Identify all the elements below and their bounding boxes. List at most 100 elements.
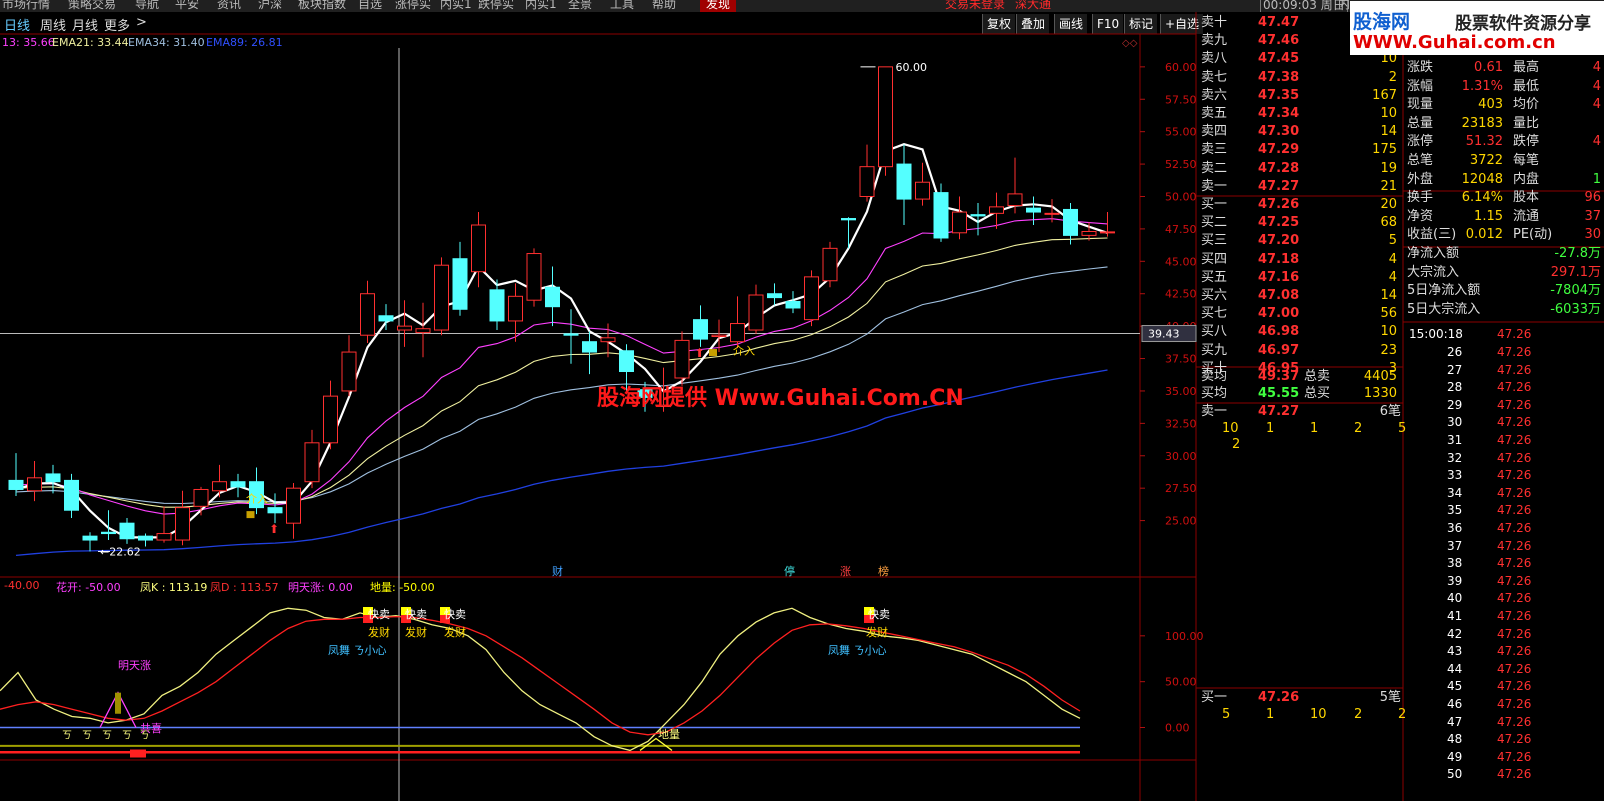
tick-row: 33 47.26 (1405, 467, 1604, 485)
ind-annotation: 共喜 (140, 722, 162, 735)
tick-seq: 45 (1447, 679, 1463, 694)
ob-label: 买二 (1201, 215, 1228, 231)
ob-volume: 175 (1372, 142, 1397, 158)
ob-price: 47.26 (1258, 690, 1300, 705)
buy-level[interactable]: 买八 46.98 10 (1198, 323, 1403, 341)
stat-row: 5日大宗流入 -6033万 (1405, 300, 1604, 319)
tick-seq: 41 (1447, 609, 1463, 623)
candle-up (915, 181, 930, 200)
entry-signal-box (246, 511, 255, 519)
candle-up (397, 325, 412, 331)
candle-down (841, 218, 856, 221)
y-tick-label: 45.00 (1165, 255, 1197, 268)
tick-price: 47.26 (1497, 573, 1532, 588)
tick-price: 47.26 (1497, 749, 1532, 764)
buy-level[interactable]: 买四 47.18 4 (1198, 251, 1403, 269)
buy-level[interactable]: 买二 47.25 68 (1198, 214, 1403, 232)
queue-vol: 10 (1310, 707, 1327, 722)
avg-buy-row: 买均 45.55 总买 1330 (1198, 385, 1403, 403)
buy-level[interactable]: 买七 47.00 56 (1198, 305, 1403, 323)
tick-row: 36 47.26 (1405, 520, 1604, 538)
stat-value: -27.8万 (1554, 246, 1601, 261)
stat-value: 51.32 (1465, 134, 1503, 150)
tick-price: 47.26 (1497, 679, 1532, 694)
sell1-queue: 卖一 47.27 6笔 (1198, 403, 1403, 421)
price-annotation: 涨 (840, 565, 851, 578)
ob-price: 47.34 (1258, 106, 1300, 121)
ob-label: 卖一 (1201, 404, 1228, 419)
sell-level[interactable]: 卖三 47.29 175 (1198, 141, 1403, 159)
buy-level[interactable]: 买九 46.97 23 (1198, 342, 1403, 360)
stat-value: 0.012 (1465, 227, 1503, 243)
tick-price: 47.26 (1497, 697, 1532, 711)
ind-annotation: 地量 (658, 728, 680, 741)
tick-row: 34 47.26 (1405, 485, 1604, 503)
stat-row: 净资 1.15 流通 37 (1405, 207, 1604, 226)
ind-annotation: 发财 (444, 625, 466, 639)
buy-level[interactable]: 买六 47.08 14 (1198, 287, 1403, 305)
ob-label: 买八 (1201, 324, 1228, 340)
y-tick-label: 42.50 (1165, 288, 1197, 301)
ob-price: 47.29 (1258, 142, 1300, 158)
ob-volume: 23 (1380, 342, 1397, 358)
tick-seq: 32 (1447, 450, 1463, 465)
tick-price: 47.26 (1497, 327, 1532, 341)
crosshair-label: 39.43 (1148, 328, 1180, 341)
tick-seq: 46 (1447, 697, 1463, 711)
stat-value: 1.15 (1474, 208, 1503, 224)
tick-row: 28 47.26 (1405, 379, 1604, 397)
stat-row: 现量 403 均价 4 (1405, 95, 1604, 114)
tick-price: 47.26 (1497, 362, 1532, 377)
stat-value: 1 (1592, 171, 1601, 187)
ob-label: 卖均 (1201, 369, 1228, 384)
sell-level[interactable]: 卖一 47.27 21 (1198, 178, 1403, 196)
buy-level[interactable]: 买一 47.26 20 (1198, 196, 1403, 214)
tick-seq: 31 (1447, 433, 1463, 447)
tick-price: 47.26 (1497, 503, 1532, 518)
ob-price: 47.28 (1258, 160, 1300, 176)
candle-up (1007, 193, 1023, 207)
tick-seq: 40 (1447, 591, 1463, 606)
tick-row: 38 47.26 (1405, 555, 1604, 573)
ema21-line (15, 237, 1108, 508)
stat-label: 内盘 (1513, 171, 1540, 187)
buy-level[interactable]: 买五 47.16 4 (1198, 269, 1403, 287)
sell-level[interactable]: 卖四 47.30 14 (1198, 123, 1403, 141)
price-annotation: 财 (552, 564, 563, 578)
tick-price: 47.26 (1497, 485, 1532, 500)
stat-row: 涨幅 1.31% 最低 4 (1405, 77, 1604, 96)
stat-label: 5日大宗流入 (1407, 301, 1481, 317)
sell-level[interactable]: 卖七 47.38 2 (1198, 69, 1403, 87)
ob-price: 49.37 (1258, 369, 1300, 384)
lightning-marker: ㄎ (82, 731, 92, 742)
ob-volume: 5 (1388, 233, 1397, 249)
buy1-queue: 买一 47.26 5笔 (1198, 689, 1403, 707)
ob-price: 47.25 (1258, 215, 1300, 231)
tick-row: 48 47.26 (1405, 731, 1604, 749)
sell-level[interactable]: 卖二 47.28 19 (1198, 160, 1403, 178)
sell-level[interactable]: 卖五 47.34 10 (1198, 105, 1403, 123)
stat-label: 大宗流入 (1407, 264, 1460, 280)
buy-level[interactable]: 买三 47.20 5 (1198, 232, 1403, 250)
candle-up (822, 247, 838, 282)
tick-seq: 38 (1447, 556, 1463, 571)
tick-row: 43 47.26 (1405, 643, 1604, 661)
tick-row: 39 47.26 (1405, 573, 1604, 591)
stat-value: -7804万 (1550, 283, 1601, 299)
stat-row: 总笔 3722 每笔 (1405, 151, 1604, 170)
stat-label: 涨幅 (1407, 78, 1434, 94)
y-tick-label: 35.00 (1165, 385, 1197, 398)
tick-seq: 29 (1447, 397, 1463, 412)
ob-label: 买均 (1201, 386, 1228, 401)
candle-up (434, 264, 449, 331)
ob-volume: 19 (1380, 160, 1397, 176)
y-tick-label: 57.50 (1165, 93, 1197, 106)
sell-level[interactable]: 卖六 47.35 167 (1198, 87, 1403, 105)
candle-down (933, 192, 949, 239)
ind-legend-item: 明天涨: 0.00 (288, 581, 353, 594)
candle-down (138, 535, 153, 541)
candle-up (27, 477, 42, 492)
tick-price: 47.26 (1497, 609, 1532, 623)
avg-sell-row: 卖均 49.37 总卖 4405 (1198, 368, 1403, 386)
ob-total-label: 总买 (1304, 386, 1331, 401)
